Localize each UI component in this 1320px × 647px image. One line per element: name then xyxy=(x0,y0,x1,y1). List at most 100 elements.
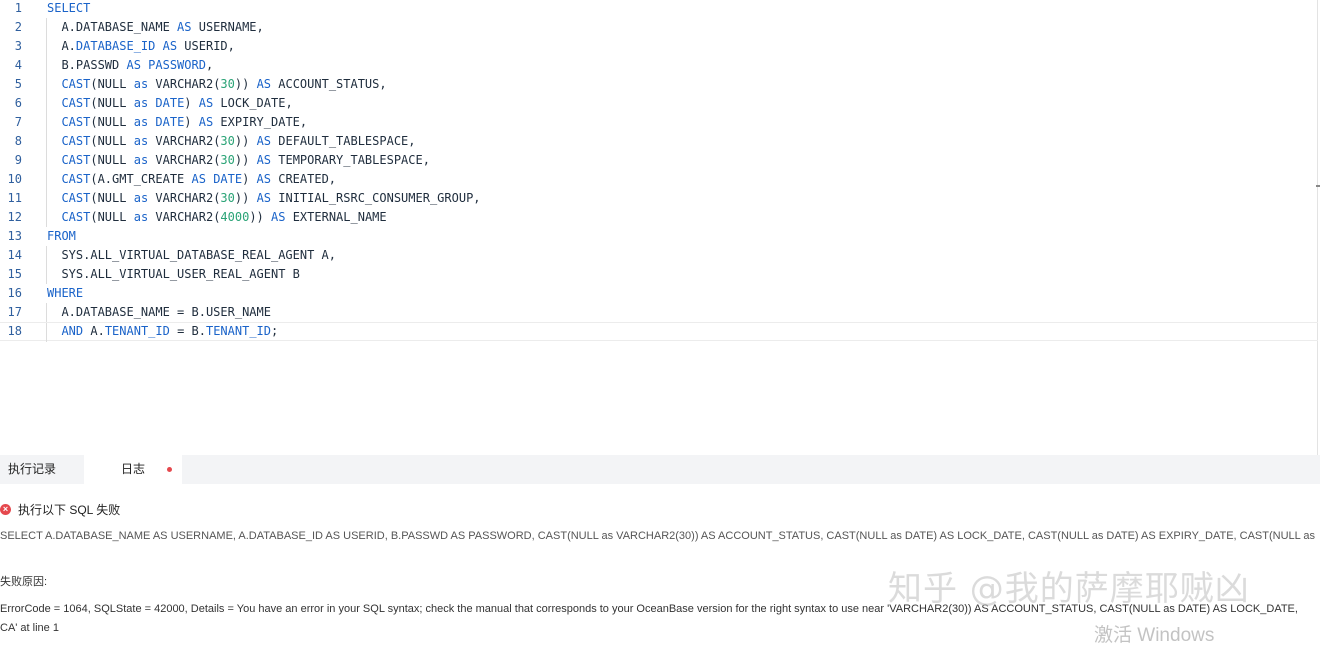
code-text: SELECT xyxy=(47,0,90,18)
code-line[interactable]: 5 CAST(NULL as VARCHAR2(30)) AS ACCOUNT_… xyxy=(0,75,1318,94)
code-text: WHERE xyxy=(47,284,83,303)
code-line[interactable]: 2 A.DATABASE_NAME AS USERNAME, xyxy=(0,18,1318,37)
code-token: AND xyxy=(61,324,84,338)
code-token: EXPIRY_DATE, xyxy=(213,115,308,129)
code-token: (NULL xyxy=(90,115,134,129)
code-line[interactable]: 14 SYS.ALL_VIRTUAL_DATABASE_REAL_AGENT A… xyxy=(0,246,1318,265)
code-token: CAST xyxy=(61,172,91,186)
code-token: A. xyxy=(47,39,76,53)
code-token: AS xyxy=(256,153,272,167)
code-token: as xyxy=(133,191,149,205)
code-text: CAST(NULL as VARCHAR2(30)) AS ACCOUNT_ST… xyxy=(47,75,387,94)
code-token: CAST xyxy=(61,210,91,224)
code-token: AS xyxy=(256,172,271,186)
code-token: A.DATABASE_NAME xyxy=(47,20,178,34)
code-token: AS xyxy=(256,134,272,148)
windows-activation-watermark: 激活 Windows xyxy=(1094,625,1215,646)
code-token: as DATE xyxy=(133,96,185,110)
code-token: CREATED, xyxy=(271,172,337,186)
code-token: ACCOUNT_STATUS, xyxy=(271,77,387,91)
code-token: AS xyxy=(198,115,214,129)
code-token: as xyxy=(133,210,149,224)
code-token: CAST xyxy=(61,191,91,205)
code-line[interactable]: 13 FROM xyxy=(0,227,1318,246)
line-number: 18 xyxy=(7,324,22,338)
code-line[interactable]: 18 AND A.TENANT_ID = B.TENANT_ID; xyxy=(0,322,1318,342)
code-text: FROM xyxy=(47,227,76,246)
code-token: )) xyxy=(249,210,272,224)
code-token: SYS.ALL_VIRTUAL_USER_REAL_AGENT B xyxy=(47,267,300,281)
code-line[interactable]: 4 B.PASSWD AS PASSWORD, xyxy=(0,56,1318,75)
code-token: SELECT xyxy=(47,1,91,15)
code-token: 30 xyxy=(220,153,235,167)
code-token: (NULL xyxy=(90,96,134,110)
code-token: AS DATE xyxy=(191,172,243,186)
code-line[interactable]: 3 A.DATABASE_ID AS USERID, xyxy=(0,37,1318,56)
code-token: )) xyxy=(234,77,257,91)
code-token: )) xyxy=(234,134,257,148)
code-line[interactable]: 11 CAST(NULL as VARCHAR2(30)) AS INITIAL… xyxy=(0,189,1318,208)
code-token: AS xyxy=(256,77,272,91)
code-line[interactable]: 8 CAST(NULL as VARCHAR2(30)) AS DEFAULT_… xyxy=(0,132,1318,151)
line-number: 9 xyxy=(14,153,22,167)
code-token: INITIAL_RSRC_CONSUMER_GROUP, xyxy=(271,191,481,205)
line-number: 1 xyxy=(14,1,22,15)
code-token: A.DATABASE_NAME = B.USER_NAME xyxy=(47,305,271,319)
line-number: 7 xyxy=(14,115,22,129)
error-title: 执行以下 SQL 失败 xyxy=(18,503,121,517)
sql-editor[interactable]: 1 SELECT 2 A.DATABASE_NAME AS USERNAME, 3 A… xyxy=(0,0,1320,455)
code-token: CAST xyxy=(61,77,91,91)
code-token: as xyxy=(133,77,149,91)
code-text: SYS.ALL_VIRTUAL_USER_REAL_AGENT B xyxy=(47,265,300,284)
code-token: as xyxy=(133,134,149,148)
code-line[interactable]: 10 CAST(A.GMT_CREATE AS DATE) AS CREATED… xyxy=(0,170,1318,189)
code-token: B.PASSWD xyxy=(47,58,127,72)
code-line[interactable]: 1 SELECT xyxy=(0,0,1318,18)
code-text: SYS.ALL_VIRTUAL_DATABASE_REAL_AGENT A, xyxy=(47,246,336,265)
code-line[interactable]: 16 WHERE xyxy=(0,284,1318,303)
line-number: 4 xyxy=(14,58,22,72)
code-text: A.DATABASE_NAME AS USERNAME, xyxy=(47,18,264,37)
code-token: VARCHAR2( xyxy=(148,77,221,91)
code-token: A. xyxy=(83,324,105,338)
code-text: CAST(NULL as VARCHAR2(30)) AS TEMPORARY_… xyxy=(47,151,430,170)
line-number: 2 xyxy=(14,20,22,34)
code-line[interactable]: 9 CAST(NULL as VARCHAR2(30)) AS TEMPORAR… xyxy=(0,151,1318,170)
code-token: 4000 xyxy=(220,210,250,224)
code-text: CAST(A.GMT_CREATE AS DATE) AS CREATED, xyxy=(47,170,336,189)
code-token: WHERE xyxy=(47,286,84,300)
line-number: 10 xyxy=(7,172,22,186)
code-token: (NULL xyxy=(90,77,134,91)
unread-dot-icon xyxy=(167,467,172,472)
code-token: VARCHAR2( xyxy=(148,134,221,148)
code-token: USERNAME, xyxy=(191,20,264,34)
code-line[interactable]: 7 CAST(NULL as DATE) AS EXPIRY_DATE, xyxy=(0,113,1318,132)
failure-reason-label: 失败原因: xyxy=(0,576,48,588)
line-number: 17 xyxy=(7,305,22,319)
code-token: AS PASSWORD xyxy=(126,58,206,72)
code-token: DEFAULT_TABLESPACE, xyxy=(271,134,416,148)
code-token: 30 xyxy=(220,191,235,205)
code-line[interactable]: 6 CAST(NULL as DATE) AS LOCK_DATE, xyxy=(0,94,1318,113)
code-text: B.PASSWD AS PASSWORD, xyxy=(47,56,213,75)
line-number: 11 xyxy=(7,191,22,205)
code-line[interactable]: 12 CAST(NULL as VARCHAR2(4000)) AS EXTER… xyxy=(0,208,1318,227)
line-number: 15 xyxy=(7,267,22,281)
error-icon: × xyxy=(0,504,11,515)
code-token: (NULL xyxy=(90,153,134,167)
code-token: AS xyxy=(198,96,214,110)
code-token: 30 xyxy=(220,134,235,148)
line-number: 5 xyxy=(14,77,22,91)
code-text: AND A.TENANT_ID = B.TENANT_ID; xyxy=(47,323,278,340)
code-token: DATABASE_ID xyxy=(75,39,156,53)
code-line[interactable]: 15 SYS.ALL_VIRTUAL_USER_REAL_AGENT B xyxy=(0,265,1318,284)
code-text: CAST(NULL as VARCHAR2(30)) AS INITIAL_RS… xyxy=(47,189,481,208)
code-token: as xyxy=(133,153,149,167)
code-line[interactable]: 17 A.DATABASE_NAME = B.USER_NAME xyxy=(0,303,1318,322)
tab-execution-history[interactable]: 执行记录 xyxy=(8,455,56,484)
